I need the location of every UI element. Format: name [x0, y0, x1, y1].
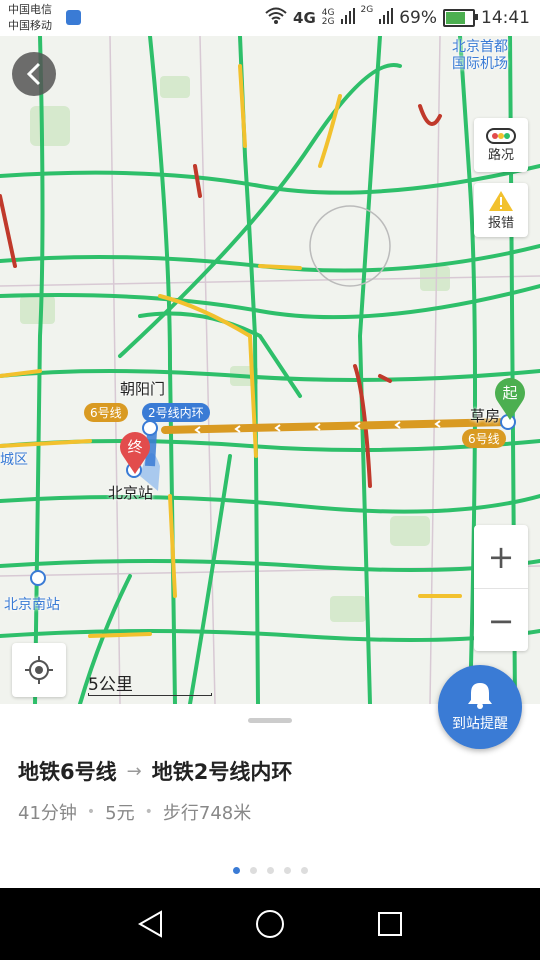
carrier-2: 中国移动 — [8, 19, 52, 32]
traffic-button[interactable]: 路况 — [474, 118, 528, 172]
arrival-alert-button[interactable]: 到站提醒 — [438, 665, 522, 749]
signal-icon-1 — [340, 7, 355, 29]
nav-recents-button[interactable] — [372, 906, 408, 942]
locate-button[interactable] — [12, 643, 66, 697]
status-indicators: 4G 4G 2G 2G 69% 14:41 — [265, 6, 530, 30]
zoom-out-button[interactable]: − — [474, 589, 528, 652]
start-marker[interactable]: 起 — [493, 376, 527, 420]
page-dot[interactable] — [266, 867, 274, 874]
arrow-right-icon: → — [126, 760, 142, 782]
home-circle-icon — [256, 910, 284, 938]
page-dot[interactable] — [232, 867, 240, 874]
zoom-in-button[interactable]: + — [474, 525, 528, 589]
page-dot[interactable] — [300, 867, 308, 874]
page-dot[interactable] — [249, 867, 257, 874]
locate-icon — [25, 656, 53, 684]
map-scale-label: 5公里 — [88, 675, 133, 695]
warning-icon — [489, 190, 513, 211]
label-beijing-south: 北京南站 — [4, 597, 60, 613]
tag-line6-left: 6号线 — [84, 403, 128, 422]
chevron-left-icon — [26, 62, 41, 86]
report-label: 报错 — [487, 215, 514, 231]
app-notification-icon — [66, 10, 81, 25]
back-button[interactable] — [12, 52, 56, 96]
map-view[interactable]: 北京首都 国际机场 朝阳门 草房 北京站 城区 北京南站 6号线 2号线内环 6… — [0, 36, 540, 704]
route-duration: 41分钟 — [18, 803, 77, 824]
system-nav-bar — [0, 888, 540, 960]
clock: 14:41 — [481, 8, 530, 28]
route-from: 地铁6号线 — [18, 760, 117, 784]
network-type-3: 2G — [360, 5, 374, 15]
route-walk: 步行748米 — [162, 803, 252, 824]
tag-line2-inner: 2号线内环 — [142, 403, 210, 422]
map-scale-bar — [88, 693, 212, 696]
battery-icon — [443, 9, 478, 27]
route-info: 41分钟 • 5元 • 步行748米 — [18, 799, 251, 825]
start-marker-label: 起 — [502, 384, 518, 402]
status-bar: 中国电信 中国移动 4G 4G 2G 2G 69% 14:41 — [0, 0, 540, 36]
nav-back-button[interactable] — [132, 906, 168, 942]
route-to: 地铁2号线内环 — [151, 760, 293, 784]
back-triangle-icon — [137, 910, 162, 938]
end-marker[interactable]: 终 — [118, 430, 152, 474]
traffic-label: 路况 — [487, 147, 514, 163]
recents-square-icon — [378, 912, 402, 936]
wifi-icon — [265, 7, 287, 30]
label-chaoyangmen: 朝阳门 — [120, 380, 166, 398]
battery-percent: 69% — [399, 8, 437, 28]
separator-dot: • — [144, 804, 153, 820]
end-marker-label: 终 — [127, 438, 143, 456]
page-dot[interactable] — [283, 867, 291, 874]
page-indicator — [0, 867, 540, 874]
tag-line6-right: 6号线 — [462, 429, 506, 448]
carrier-1: 中国电信 — [8, 3, 52, 16]
map-roads — [0, 36, 540, 704]
separator-dot: • — [86, 804, 96, 820]
zoom-control: + − — [474, 525, 528, 651]
nav-home-button[interactable] — [252, 906, 288, 942]
sheet-handle[interactable] — [248, 718, 292, 723]
network-type-1: 4G — [293, 9, 316, 27]
signal-icon-2 — [379, 7, 394, 29]
bell-icon — [468, 683, 492, 709]
label-dongcheng: 城区 — [0, 452, 28, 468]
network-type-2: 4G 2G — [321, 8, 335, 27]
label-beijing-station: 北京站 — [108, 484, 154, 502]
report-error-button[interactable]: 报错 — [474, 183, 528, 237]
traffic-light-icon — [486, 127, 516, 144]
route-price: 5元 — [105, 803, 135, 824]
label-airport-2: 国际机场 — [452, 56, 508, 72]
route-summary: 地铁6号线 → 地铁2号线内环 — [18, 756, 292, 786]
arrival-alert-label: 到站提醒 — [452, 716, 508, 732]
